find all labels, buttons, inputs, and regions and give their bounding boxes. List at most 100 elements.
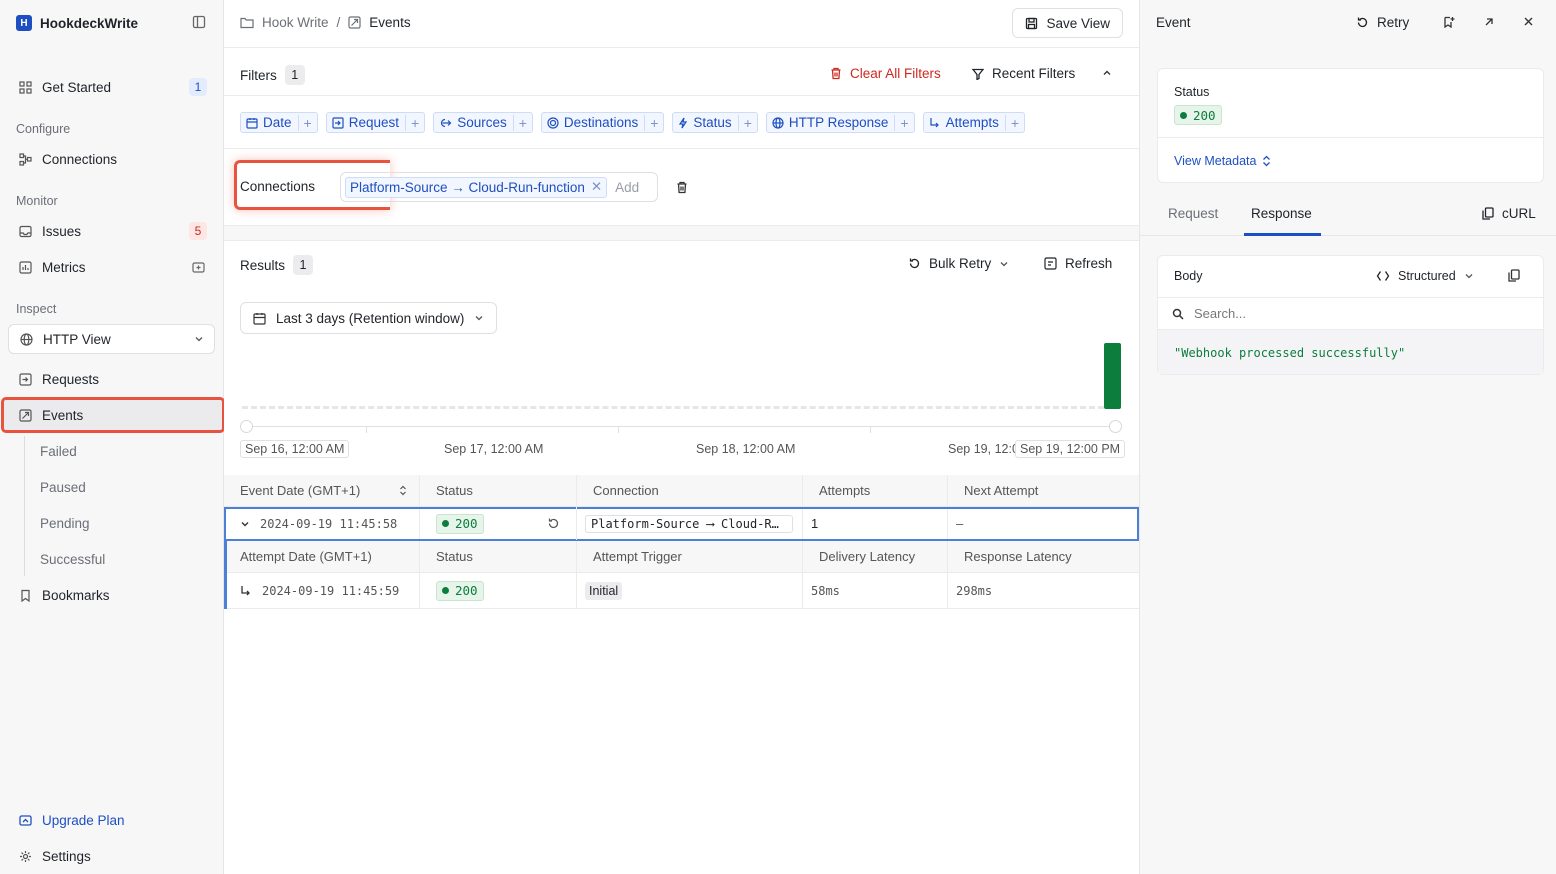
sidebar-item-issues[interactable]: Issues 5 bbox=[8, 216, 215, 246]
chevron-up-down-icon bbox=[1262, 155, 1271, 167]
recent-filters-button[interactable]: Recent Filters bbox=[972, 66, 1075, 81]
calendar-icon bbox=[253, 312, 266, 325]
connection-tag-label: Platform-Source → Cloud-Run-function bbox=[350, 179, 585, 195]
open-external-icon[interactable] bbox=[1483, 16, 1495, 28]
http-view-select[interactable]: HTTP View bbox=[8, 324, 215, 354]
response-body-text: "Webhook processed successfully" bbox=[1158, 330, 1543, 374]
sidebar-item-requests[interactable]: Requests bbox=[8, 364, 215, 394]
plus-icon[interactable]: + bbox=[644, 114, 663, 131]
connections-icon bbox=[18, 152, 32, 166]
date-range-select[interactable]: Last 3 days (Retention window) bbox=[240, 302, 498, 334]
plus-icon[interactable]: + bbox=[737, 114, 757, 131]
clear-all-filters-button[interactable]: Clear All Filters bbox=[830, 66, 941, 81]
filter-chip-date[interactable]: Date + bbox=[240, 112, 318, 133]
events-histogram[interactable]: Sep 16, 12:00 AM Sep 17, 12:00 AM Sep 18… bbox=[240, 340, 1126, 465]
retry-icon[interactable] bbox=[547, 517, 560, 530]
event-date: 2024-09-19 11:45:58 bbox=[260, 516, 398, 531]
filter-chip-sources[interactable]: Sources + bbox=[433, 112, 533, 133]
refresh-button[interactable]: Refresh bbox=[1044, 256, 1112, 271]
sidebar-item-metrics[interactable]: Metrics bbox=[8, 252, 215, 282]
upgrade-plan-link[interactable]: Upgrade Plan bbox=[8, 805, 215, 835]
plus-icon[interactable]: + bbox=[405, 114, 424, 131]
sort-icon[interactable] bbox=[399, 485, 407, 496]
sidebar-item-label: Connections bbox=[42, 151, 118, 167]
bookmark-add-icon[interactable] bbox=[1443, 16, 1455, 28]
search-input[interactable] bbox=[1194, 306, 1494, 321]
sidebar-subitem-pending[interactable]: Pending bbox=[40, 516, 90, 531]
plus-icon[interactable]: + bbox=[297, 114, 317, 131]
column-header[interactable]: Event Date (GMT+1) bbox=[224, 475, 420, 506]
trash-icon bbox=[830, 67, 842, 80]
save-view-button[interactable]: Save View bbox=[1012, 8, 1123, 38]
filter-chip-http-response[interactable]: HTTP Response + bbox=[765, 112, 915, 133]
attempts-cell: 1 bbox=[803, 507, 948, 540]
close-icon[interactable]: ✕ bbox=[591, 179, 602, 195]
sidebar: H HookdeckWrite Get Started 1 Configure … bbox=[0, 0, 225, 874]
connection-cell: Platform-Source ⟶ Cloud-R… bbox=[577, 507, 803, 540]
axis-label: Sep 18, 12:00 AM bbox=[696, 442, 796, 456]
axis-label: Sep 16, 12:00 AM bbox=[240, 440, 350, 458]
section-monitor: Monitor bbox=[16, 194, 58, 208]
filter-chip-status[interactable]: Status + bbox=[672, 112, 758, 133]
connection-tag[interactable]: Platform-Source → Cloud-Run-function ✕ bbox=[345, 176, 608, 198]
connections-filter-input[interactable]: Platform-Source → Cloud-Run-function ✕ A… bbox=[340, 172, 658, 202]
sidebar-subitem-paused[interactable]: Paused bbox=[40, 480, 86, 495]
sidebar-subitem-successful[interactable]: Successful bbox=[40, 552, 105, 567]
sidebar-item-settings[interactable]: Settings bbox=[8, 841, 215, 871]
copy-icon[interactable] bbox=[1508, 269, 1520, 282]
filter-chip-attempts[interactable]: Attempts + bbox=[922, 112, 1026, 133]
curl-button[interactable]: cURL bbox=[1482, 206, 1536, 221]
add-metric-icon[interactable] bbox=[192, 261, 205, 274]
table-row[interactable]: 2024-09-19 11:45:58 200 Platform-Source … bbox=[224, 507, 1139, 541]
plus-icon[interactable]: + bbox=[512, 114, 532, 131]
structured-label: Structured bbox=[1398, 269, 1456, 283]
bulk-retry-button[interactable]: Bulk Retry bbox=[908, 256, 1009, 271]
calendar-icon bbox=[246, 117, 258, 129]
column-header-label: Event Date (GMT+1) bbox=[240, 483, 361, 498]
refresh-label: Refresh bbox=[1065, 256, 1113, 271]
status-label: Status bbox=[1174, 85, 1210, 99]
column-header: Status bbox=[420, 475, 577, 506]
sidebar-subitem-failed[interactable]: Failed bbox=[40, 444, 77, 459]
structured-select[interactable]: Structured bbox=[1376, 269, 1474, 283]
sidebar-item-events[interactable]: Events bbox=[1, 397, 225, 433]
status-dot bbox=[1180, 111, 1187, 119]
chevron-down-icon bbox=[474, 313, 484, 323]
add-connection-placeholder[interactable]: Add bbox=[615, 180, 639, 195]
histogram-range-track[interactable] bbox=[246, 426, 1116, 427]
recent-filters-label: Recent Filters bbox=[992, 66, 1076, 81]
retry-button[interactable]: Retry bbox=[1356, 15, 1409, 30]
globe-icon bbox=[772, 116, 784, 129]
sidebar-item-connections[interactable]: Connections bbox=[8, 144, 215, 174]
collapse-sidebar-icon[interactable] bbox=[192, 15, 206, 29]
plus-icon[interactable]: + bbox=[1004, 114, 1024, 131]
status-code: 200 bbox=[455, 516, 478, 531]
close-icon[interactable] bbox=[1523, 16, 1534, 27]
events-icon bbox=[18, 408, 32, 422]
response-body-card: Body Structured "Webhook processed succe… bbox=[1157, 255, 1544, 375]
sidebar-item-label: Issues bbox=[42, 223, 82, 239]
sidebar-item-get-started[interactable]: Get Started 1 bbox=[8, 72, 215, 102]
filter-chip-destinations[interactable]: Destinations + bbox=[540, 112, 665, 133]
range-end-handle[interactable] bbox=[1109, 420, 1122, 433]
tab-request[interactable]: Request bbox=[1168, 206, 1218, 221]
chevron-down-icon[interactable] bbox=[240, 519, 250, 529]
histogram-bar[interactable] bbox=[1104, 343, 1121, 409]
detail-tabs: Request Response cURL bbox=[1140, 196, 1556, 236]
attempt-row[interactable]: 2024-09-19 11:45:59 200 Initial 58ms 298… bbox=[227, 573, 1139, 609]
refresh-icon bbox=[1044, 257, 1057, 270]
trash-icon[interactable] bbox=[676, 181, 688, 194]
range-start-handle[interactable] bbox=[240, 420, 253, 433]
tab-response[interactable]: Response bbox=[1251, 206, 1312, 221]
breadcrumb-project[interactable]: Hook Write bbox=[262, 15, 329, 30]
plus-icon[interactable]: + bbox=[894, 114, 913, 131]
status-dot bbox=[442, 587, 449, 594]
sidebar-item-bookmarks[interactable]: Bookmarks bbox=[8, 580, 215, 610]
view-metadata-toggle[interactable]: View Metadata bbox=[1174, 154, 1271, 168]
trigger-cell: Initial bbox=[577, 573, 803, 608]
workspace-switcher[interactable]: H HookdeckWrite bbox=[16, 14, 138, 32]
status-card: Status 200 View Metadata bbox=[1157, 68, 1544, 183]
chevron-up-icon[interactable] bbox=[1102, 68, 1112, 78]
filter-chip-label: HTTP Response bbox=[788, 115, 889, 130]
filter-chip-request[interactable]: Request + bbox=[325, 112, 426, 133]
